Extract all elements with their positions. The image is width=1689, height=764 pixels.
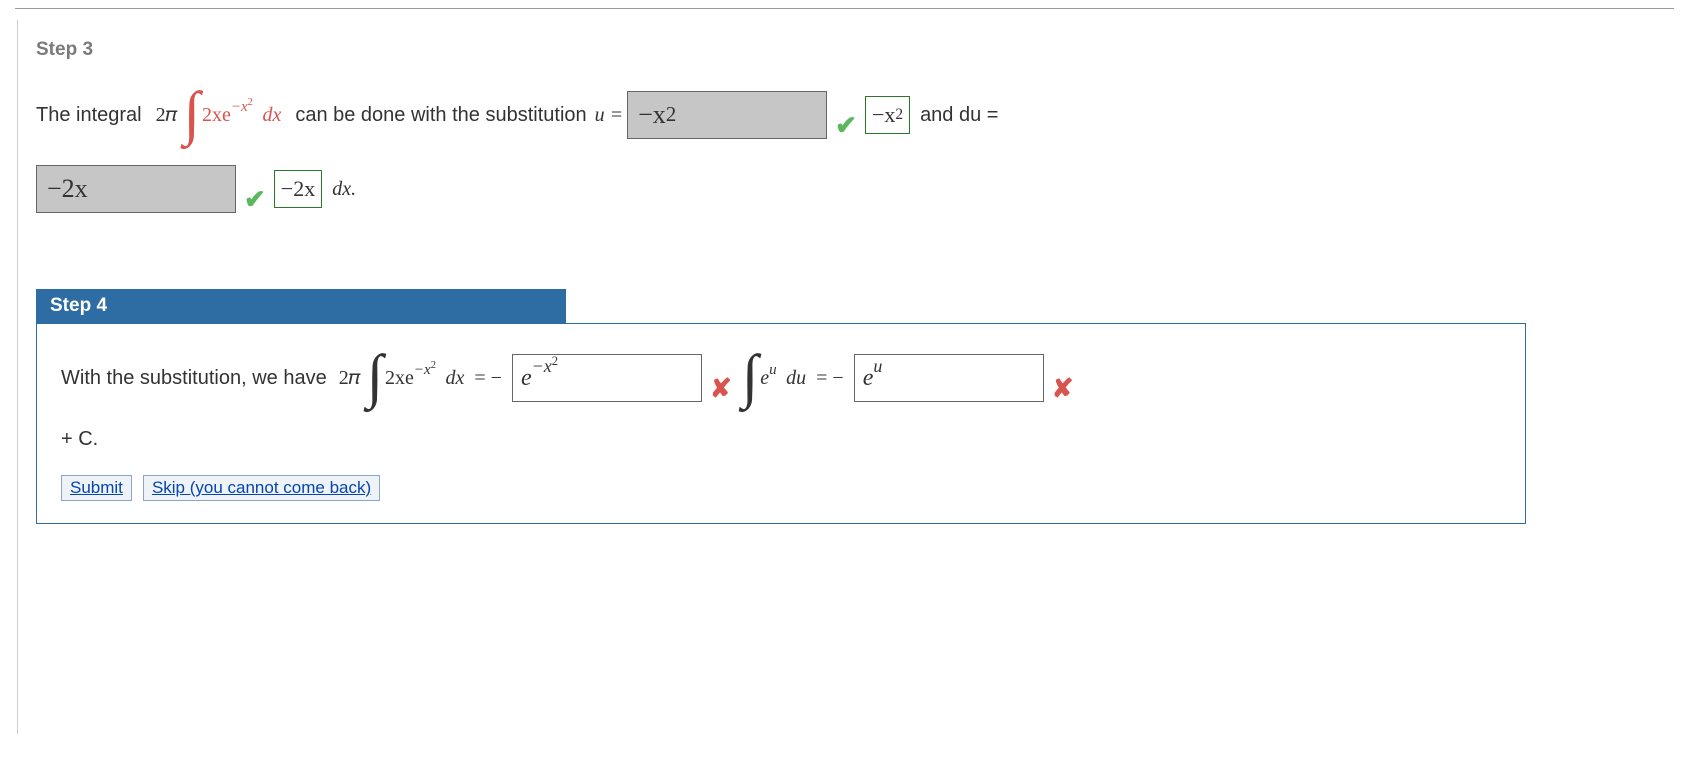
answer1-base: e [521, 365, 532, 392]
integrand-2: 2xe−x2 dx [385, 367, 464, 390]
left-divider [17, 20, 18, 734]
integrand-exp-pre: −x [231, 99, 248, 115]
text-the-integral: The integral [36, 104, 142, 127]
integral-icon: ∫ [742, 358, 758, 394]
answer-du-correct-tag: −2x [274, 170, 322, 208]
answer-u-correct-tag: −x2 [865, 96, 910, 134]
answer-u-input[interactable]: −x2 [627, 91, 827, 139]
integrand2-base: 2xe [385, 367, 414, 389]
integrand2-exp-pre: −x [414, 362, 431, 378]
step4-container: With the substitution, we have 2𝜋 ∫ 2xe−… [36, 323, 1526, 524]
answer-du-input[interactable]: −2x [36, 165, 236, 213]
eu-sup: u [769, 362, 777, 378]
answer1-exp-pre: −x [532, 356, 552, 376]
step3-line2: −2x ✔ −2x dx. [36, 165, 1526, 213]
answer1-exp-sup: 2 [552, 354, 558, 368]
cross-icon: ✘ [710, 373, 732, 404]
check-icon: ✔ [244, 184, 266, 215]
integrand2-dx: dx [446, 367, 465, 389]
answer-du-val: −2x [47, 174, 88, 204]
step3-line1: The integral 2𝜋 ∫ 2xe−x2 dx can be done … [36, 91, 1526, 139]
answer-step4-2-input[interactable]: eu [854, 354, 1044, 402]
tag-du-val: −2x [281, 176, 315, 202]
integrand-dx: dx [262, 104, 281, 126]
answer2-sup: u [873, 356, 882, 377]
and-du-text: and du = [920, 104, 998, 126]
step4-line1: With the substitution, we have 2𝜋 ∫ 2xe−… [61, 354, 1501, 402]
eu-du-txt: du [786, 367, 806, 389]
integral-icon: ∫ [367, 358, 383, 394]
step3-header: Step 3 [36, 39, 1526, 61]
integrand-base: 2xe [202, 104, 231, 126]
step4-header: Step 4 [36, 289, 566, 323]
integral-icon: ∫ [184, 95, 200, 131]
answer-u-val: −x [638, 100, 666, 130]
eu-base: e [760, 367, 769, 389]
and-du: and du = [920, 104, 998, 127]
button-row: Submit Skip (you cannot come back) [61, 475, 1501, 501]
text-with-sub: With the substitution, we have [61, 367, 327, 390]
dx-after: dx. [332, 178, 356, 201]
submit-button[interactable]: Submit [61, 475, 132, 501]
two-pi-2: 2𝜋 [339, 367, 361, 390]
eu-du: eu du [760, 367, 806, 390]
answer-step4-1-input[interactable]: e−x2 [512, 354, 702, 402]
integrand2-exp-sup: 2 [431, 360, 436, 371]
two-pi: 2𝜋 [156, 104, 178, 127]
eq-neg-1: = − [474, 367, 502, 390]
plus-c: + C. [61, 428, 1501, 451]
u-equals: u = [595, 104, 624, 127]
answer2-base: e [863, 365, 874, 392]
skip-button[interactable]: Skip (you cannot come back) [143, 475, 380, 501]
integrand-exp-sup: 2 [248, 97, 253, 108]
cross-icon: ✘ [1052, 373, 1074, 404]
tag-u-val: −x [872, 102, 895, 128]
integrand: 2xe−x2 dx [202, 104, 281, 127]
eq-neg-2: = − [816, 367, 844, 390]
check-icon: ✔ [835, 110, 857, 141]
text-can-be-done: can be done with the substitution [295, 104, 586, 127]
